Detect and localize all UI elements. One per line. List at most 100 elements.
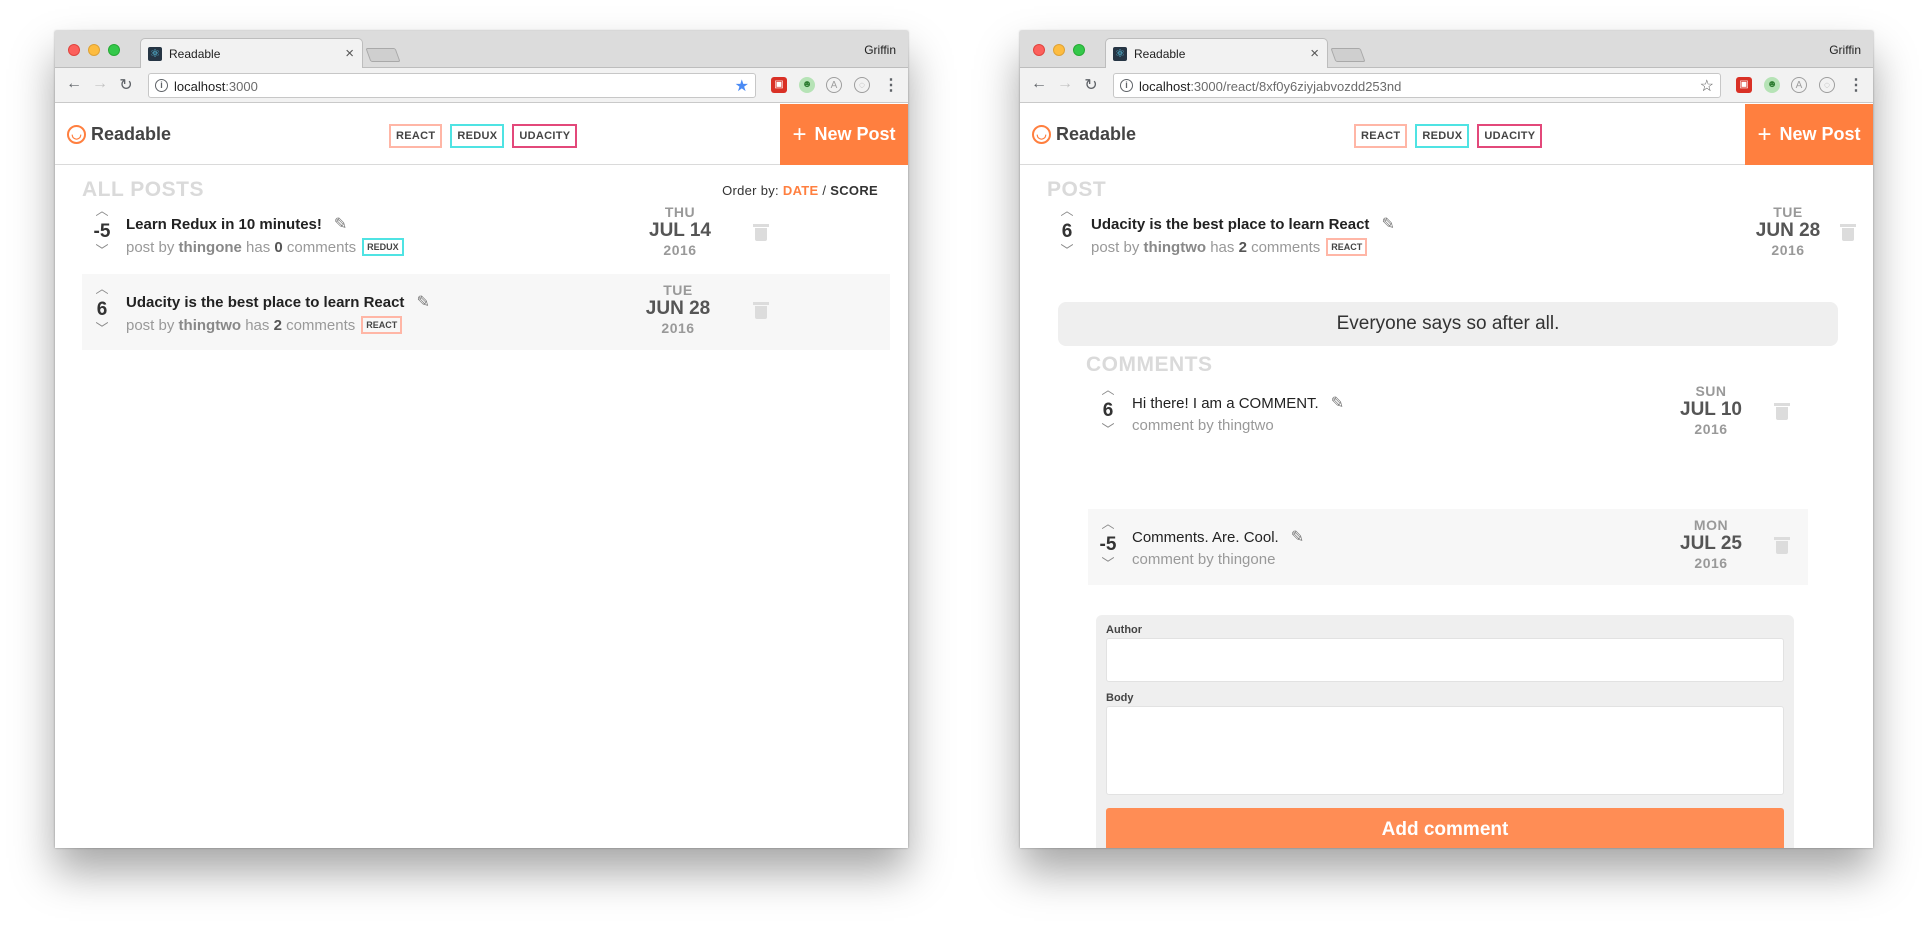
delete-trash-icon[interactable] — [753, 302, 769, 319]
edit-pencil-icon[interactable]: ✎ — [416, 292, 429, 312]
app-header: ◡ Readable REACT REDUX UDACITY + New Pos… — [55, 104, 908, 165]
post-body: Everyone says so after all. — [1058, 302, 1838, 346]
bookmark-star-icon[interactable]: ☆ — [1700, 76, 1714, 96]
zoom-window-button[interactable] — [1073, 44, 1085, 56]
downvote-icon[interactable]: ﹀ — [82, 322, 122, 335]
category-udacity[interactable]: UDACITY — [512, 124, 578, 148]
category-nav: REACT REDUX UDACITY — [389, 124, 578, 148]
brand[interactable]: ◡ Readable — [1032, 124, 1136, 145]
tab-strip: ⚛ Readable × Griffin — [1020, 31, 1873, 69]
tab-title: Readable — [1134, 47, 1186, 61]
extension-circle-icon[interactable]: ◌ — [854, 77, 870, 93]
minimize-window-button[interactable] — [1053, 44, 1065, 56]
post-item[interactable]: ︿ 6 ﹀ Udacity is the best place to learn… — [82, 274, 890, 350]
browser-menu-icon[interactable]: ⋮ — [1848, 75, 1864, 95]
extension-green-icon[interactable]: ☻ — [799, 77, 815, 93]
extension-a-icon[interactable]: A — [1791, 77, 1807, 93]
new-post-button[interactable]: + New Post — [780, 104, 908, 165]
close-window-button[interactable] — [68, 44, 80, 56]
info-icon[interactable]: i — [155, 79, 168, 92]
tab-title: Readable — [169, 47, 221, 61]
new-post-label: New Post — [814, 124, 896, 144]
author-label: Author — [1106, 624, 1143, 636]
body-textarea[interactable] — [1106, 706, 1784, 795]
edit-pencil-icon[interactable]: ✎ — [1331, 393, 1344, 413]
category-udacity[interactable]: UDACITY — [1477, 124, 1543, 148]
downvote-icon[interactable]: ﹀ — [1047, 244, 1087, 257]
post-date: TUE JUN 28 2016 — [645, 282, 711, 336]
tab-close-icon[interactable]: × — [1310, 45, 1319, 62]
extension-circle-icon[interactable]: ◌ — [1819, 77, 1835, 93]
browser-menu-icon[interactable]: ⋮ — [883, 75, 899, 95]
upvote-icon[interactable]: ︿ — [1088, 517, 1128, 530]
comment-date: SUN JUL 10 2016 — [1680, 383, 1742, 437]
category-react[interactable]: REACT — [1354, 124, 1408, 148]
vote-control: ︿ 6 ﹀ — [1047, 196, 1087, 272]
address-bar[interactable]: i localhost:3000/react/8xf0y6ziyjabvozdd… — [1113, 73, 1721, 98]
new-tab-button[interactable] — [1330, 48, 1366, 62]
post-category-tag[interactable]: REACT — [1326, 238, 1368, 256]
minimize-window-button[interactable] — [88, 44, 100, 56]
edit-pencil-icon[interactable]: ✎ — [334, 214, 347, 234]
category-react[interactable]: REACT — [389, 124, 443, 148]
upvote-icon[interactable]: ︿ — [82, 204, 122, 217]
brand[interactable]: ◡ Readable — [67, 124, 171, 145]
delete-trash-icon[interactable] — [1774, 537, 1790, 554]
upvote-icon[interactable]: ︿ — [82, 282, 122, 295]
post-category-tag[interactable]: REACT — [361, 316, 403, 334]
extension-a-icon[interactable]: A — [826, 77, 842, 93]
back-icon[interactable]: ← — [1030, 75, 1048, 93]
browser-tab[interactable]: ⚛ Readable × — [1105, 38, 1328, 69]
downvote-icon[interactable]: ﹀ — [1088, 557, 1128, 570]
upvote-icon[interactable]: ︿ — [1088, 383, 1128, 396]
browser-tab[interactable]: ⚛ Readable × — [140, 38, 363, 69]
post-title[interactable]: Learn Redux in 10 minutes! — [126, 216, 322, 233]
profile-name[interactable]: Griffin — [1829, 43, 1861, 57]
post-meta: post by thingtwo has 2 comments REACT — [126, 316, 403, 334]
downvote-icon[interactable]: ﹀ — [1088, 423, 1128, 436]
upvote-icon[interactable]: ︿ — [1047, 204, 1087, 217]
bookmark-star-icon[interactable]: ★ — [735, 76, 749, 96]
comment-score: -5 — [1099, 534, 1117, 555]
react-favicon-icon: ⚛ — [1113, 47, 1127, 61]
post-title-row: Udacity is the best place to learn React… — [1091, 214, 1395, 234]
edit-pencil-icon[interactable]: ✎ — [1381, 214, 1394, 234]
forward-icon[interactable]: → — [91, 75, 109, 93]
extension-red-icon[interactable]: ▣ — [1736, 77, 1752, 93]
category-redux[interactable]: REDUX — [1415, 124, 1470, 148]
profile-name[interactable]: Griffin — [864, 43, 896, 57]
delete-trash-icon[interactable] — [753, 224, 769, 241]
comment-text-row: Comments. Are. Cool. ✎ — [1132, 527, 1304, 547]
post-title[interactable]: Udacity is the best place to learn React — [126, 294, 404, 311]
downvote-icon[interactable]: ﹀ — [82, 244, 122, 257]
extension-green-icon[interactable]: ☻ — [1764, 77, 1780, 93]
new-post-button[interactable]: + New Post — [1745, 104, 1873, 165]
window-controls — [1033, 44, 1085, 56]
forward-icon[interactable]: → — [1056, 75, 1074, 93]
comments-title: COMMENTS — [1086, 353, 1213, 376]
category-redux[interactable]: REDUX — [450, 124, 505, 148]
reload-icon[interactable]: ↻ — [117, 75, 135, 95]
close-window-button[interactable] — [1033, 44, 1045, 56]
post-item[interactable]: ︿ -5 ﹀ Learn Redux in 10 minutes! ✎ post … — [82, 196, 890, 272]
author-input[interactable] — [1106, 638, 1784, 682]
back-icon[interactable]: ← — [65, 75, 83, 93]
delete-trash-icon[interactable] — [1774, 403, 1790, 420]
reload-icon[interactable]: ↻ — [1082, 75, 1100, 95]
browser-toolbar: ← → ↻ i localhost:3000 ★ ▣ ☻ A ◌ ⋮ — [55, 68, 908, 103]
vote-control: ︿ -5 ﹀ — [82, 196, 122, 272]
zoom-window-button[interactable] — [108, 44, 120, 56]
tab-close-icon[interactable]: × — [345, 45, 354, 62]
add-comment-button[interactable]: Add comment — [1106, 808, 1784, 848]
comment-meta: comment by thingtwo — [1132, 417, 1274, 434]
edit-pencil-icon[interactable]: ✎ — [1291, 527, 1304, 547]
extension-red-icon[interactable]: ▣ — [771, 77, 787, 93]
new-post-label: New Post — [1779, 124, 1861, 144]
post-category-tag[interactable]: REDUX — [362, 238, 404, 256]
post-meta: post by thingone has 0 comments REDUX — [126, 238, 404, 256]
address-bar[interactable]: i localhost:3000 ★ — [148, 73, 756, 98]
new-tab-button[interactable] — [365, 48, 401, 62]
info-icon[interactable]: i — [1120, 79, 1133, 92]
delete-trash-icon[interactable] — [1840, 224, 1856, 241]
smiley-logo-icon: ◡ — [67, 125, 86, 144]
